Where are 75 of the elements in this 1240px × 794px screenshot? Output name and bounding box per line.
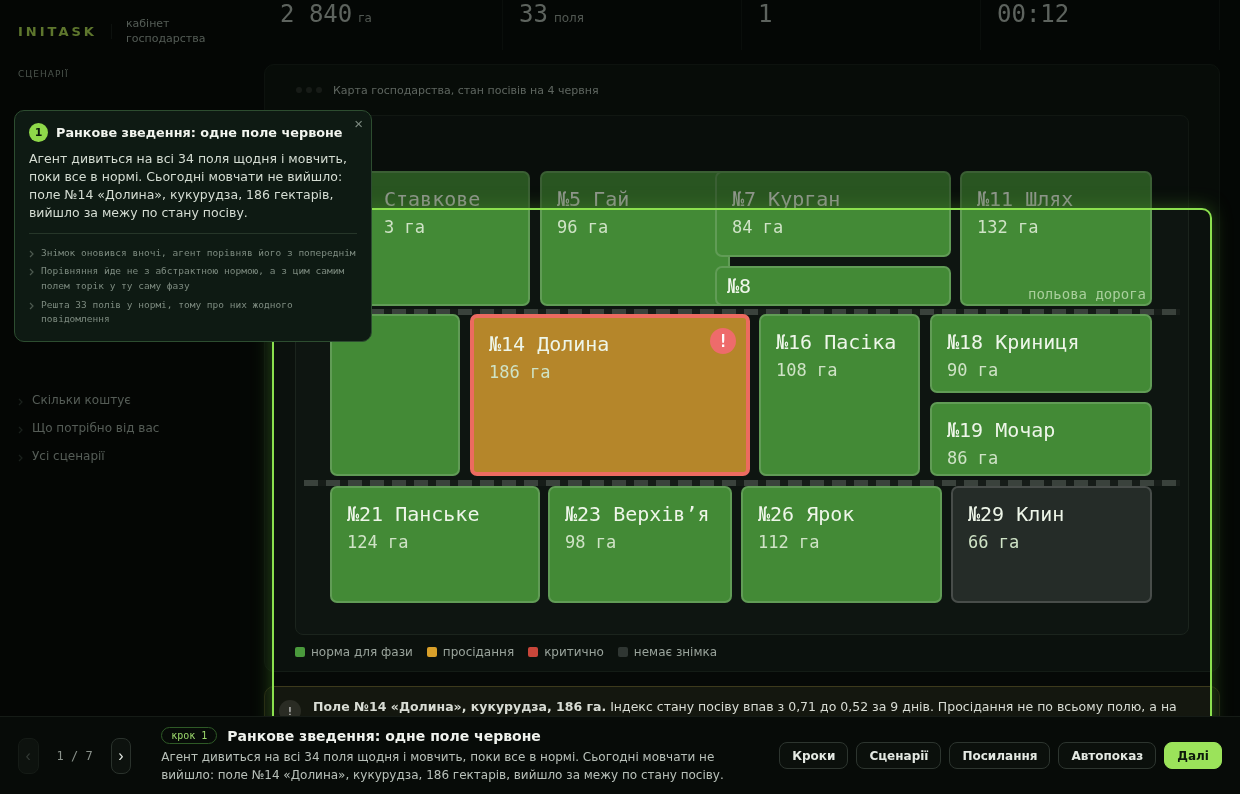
- field-area: 84 га: [732, 217, 784, 237]
- tooltip-bullet: Решта 33 полів у нормі, тому про них жодного повідомлення: [41, 297, 294, 327]
- field-plot[interactable]: №21 Панське 124 га: [330, 486, 540, 603]
- tooltip-title: Ранкове зведення: одне поле червоне: [56, 125, 343, 140]
- step-counter: 1 / 7: [56, 748, 93, 763]
- field-name: №8: [727, 274, 752, 298]
- stat-value: 2 840: [280, 0, 353, 28]
- sidebar-item[interactable]: Усі сценарії: [18, 446, 222, 465]
- toolbar-button[interactable]: Посилання: [949, 742, 1051, 769]
- field-name: №29 Клин: [968, 502, 1065, 526]
- stat-value: 1: [758, 0, 773, 28]
- step-text: Агент дивиться на всі 34 поля щодня і мовчить, поки все в нормі. Сьогодні мовчати не вийшло: поле №14 «Долина», кукурудза, 186 гектарів, вийшло за межу по стану посіву.: [161, 749, 725, 784]
- close-button[interactable]: ×: [352, 115, 365, 132]
- section-label: СЦЕНАРІЇ: [18, 68, 70, 79]
- legend-label: норма для фази: [311, 645, 413, 659]
- field-area: 3 га: [384, 217, 425, 237]
- field-plot[interactable]: №18 Криниця 90 га: [930, 314, 1152, 393]
- field-area: 186 га: [489, 362, 551, 382]
- field-plot[interactable]: №26 Ярок 112 га: [741, 486, 942, 603]
- field-name: Ставкове: [384, 187, 481, 211]
- field-plot[interactable]: №8: [715, 266, 951, 306]
- next-button[interactable]: ›: [110, 737, 132, 774]
- field-name: №26 Ярок: [758, 502, 855, 526]
- toolbar-button[interactable]: Автопоказ: [1058, 742, 1157, 769]
- field-name: №19 Мочар: [947, 418, 1056, 442]
- field-plot[interactable]: №14 Долина 186 га !: [470, 314, 750, 476]
- step-title: Ранкове зведення: одне поле червоне: [227, 727, 541, 744]
- stat-value: 33: [519, 0, 548, 28]
- sidebar-item[interactable]: Скільки коштує: [18, 390, 222, 409]
- chevron-icon: [18, 453, 24, 462]
- legend-label: просідання: [442, 645, 515, 659]
- field-area: 66 га: [968, 532, 1020, 552]
- field-name: №7 Курган: [732, 187, 841, 211]
- chevron-icon: [18, 425, 24, 434]
- map-title: Карта господарства, стан посівів на 4 червня: [333, 83, 599, 97]
- field-plot[interactable]: №29 Клин 66 га: [951, 486, 1152, 603]
- stat-unit: га: [358, 11, 372, 25]
- stat-value: 00:12: [997, 0, 1070, 28]
- field-area: 132 га: [977, 217, 1039, 237]
- chevron-icon: [18, 397, 24, 406]
- field-plot[interactable]: №16 Пасіка 108 га: [759, 314, 920, 476]
- field-plot[interactable]: №7 Курган 84 га: [715, 171, 951, 257]
- legend-label: критично: [544, 645, 604, 659]
- field-name: №16 Пасіка: [776, 330, 897, 354]
- step-number: 1: [29, 123, 48, 142]
- chevron-icon: [29, 301, 35, 310]
- field-area: 86 га: [947, 448, 999, 468]
- toolbar-button[interactable]: Далі: [1164, 742, 1222, 769]
- field-name: №21 Панське: [347, 502, 480, 526]
- toolbar-button[interactable]: Кроки: [779, 742, 849, 769]
- field-name: №5 Гай: [557, 187, 630, 211]
- field-name: №14 Долина: [489, 332, 610, 356]
- field-area: 124 га: [347, 532, 409, 552]
- legend-label: немає знімка: [633, 645, 718, 659]
- field-area: 96 га: [557, 217, 609, 237]
- road-label: польова дорога: [1028, 286, 1146, 302]
- field-name: №11 Шлях: [977, 187, 1074, 211]
- field-plot[interactable]: [330, 314, 460, 476]
- field-plot[interactable]: №23 Верхів’я 98 га: [548, 486, 732, 603]
- field-area: 112 га: [758, 532, 820, 552]
- alert-text: Поле №14 «Долина», кукурудза, 186 га. Індекс стану посіву впав з 0,71 до 0,52 за 9 днів. Просідання не по всьому полю, а на: [313, 698, 1177, 716]
- sidebar-item[interactable]: Що потрібно від вас: [18, 418, 222, 437]
- stat-unit: поля: [553, 11, 584, 25]
- field-area: 98 га: [565, 532, 617, 552]
- chevron-icon: [29, 249, 35, 258]
- logo-subtitle: кабінет господарства: [125, 16, 206, 47]
- field-name: №23 Верхів’я: [565, 502, 710, 526]
- logo: INITASK: [18, 23, 112, 39]
- field-name: №18 Криниця: [947, 330, 1080, 354]
- field-area: 90 га: [947, 360, 999, 380]
- field-plot[interactable]: №19 Мочар 86 га: [930, 402, 1152, 476]
- alert-badge: !: [710, 328, 736, 354]
- field-area: 108 га: [776, 360, 838, 380]
- chevron-icon: [29, 268, 35, 277]
- toolbar-button[interactable]: Сценарії: [856, 742, 942, 769]
